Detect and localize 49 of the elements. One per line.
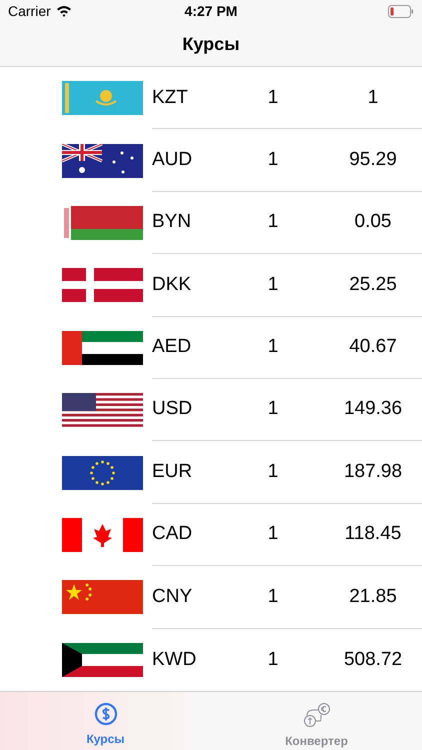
wifi-icon [56, 5, 72, 18]
nav-title: Курсы [182, 32, 240, 56]
currency-code: CAD [152, 522, 194, 546]
currency-code: KZT [152, 86, 189, 110]
rate-text: 1 [366, 86, 380, 110]
rate-text: 118.45 [344, 522, 402, 546]
amount-text: 1 [266, 648, 280, 672]
flag-icon [62, 518, 143, 552]
rate-text: 25.25 [348, 272, 398, 297]
tab-button[interactable]: Курсы [0, 692, 211, 750]
amount-text: 1 [266, 335, 280, 360]
tab-button[interactable]: Конвертер [211, 692, 422, 750]
amount-text: 1 [266, 397, 280, 422]
amount-text: 1 [266, 460, 280, 484]
currency-code: DKK [152, 272, 192, 297]
currency-code: CNY [152, 584, 194, 609]
flag-icon [62, 81, 143, 116]
flag-icon [62, 206, 143, 240]
amount-text: 1 [266, 584, 280, 609]
flag-icon [62, 268, 143, 302]
carrier-label: Carrier [8, 2, 51, 21]
currency-code: EUR [152, 460, 194, 484]
rate-text: 149.36 [342, 397, 404, 422]
battery-icon [388, 4, 414, 18]
status-time: 4:27 PM [184, 2, 238, 21]
currency-exchange-icon [302, 702, 332, 728]
amount-text: 1 [266, 210, 280, 234]
flag-icon [62, 580, 143, 614]
rate-text: 187.98 [342, 460, 404, 484]
currency-code: AUD [152, 148, 194, 172]
dollar-coin-icon [94, 702, 118, 726]
amount-text: 1 [266, 148, 280, 172]
amount-text: 1 [266, 86, 280, 110]
flag-icon [62, 642, 143, 677]
flag-icon [62, 330, 143, 365]
flag-icon [62, 144, 143, 178]
currency-code: AED [152, 335, 192, 360]
currency-code: KWD [152, 648, 198, 672]
currency-code: BYN [152, 210, 192, 234]
flag-icon [62, 456, 143, 490]
rate-text: 40.67 [348, 335, 398, 360]
rate-text: 0.05 [354, 210, 392, 234]
rate-text: 21.85 [348, 584, 398, 609]
currency-code: USD [152, 397, 194, 422]
flag-icon [62, 393, 143, 428]
amount-text: 1 [266, 522, 280, 546]
rate-text: 508.72 [342, 648, 404, 672]
rate-text: 95.29 [348, 148, 398, 172]
amount-text: 1 [266, 272, 280, 297]
